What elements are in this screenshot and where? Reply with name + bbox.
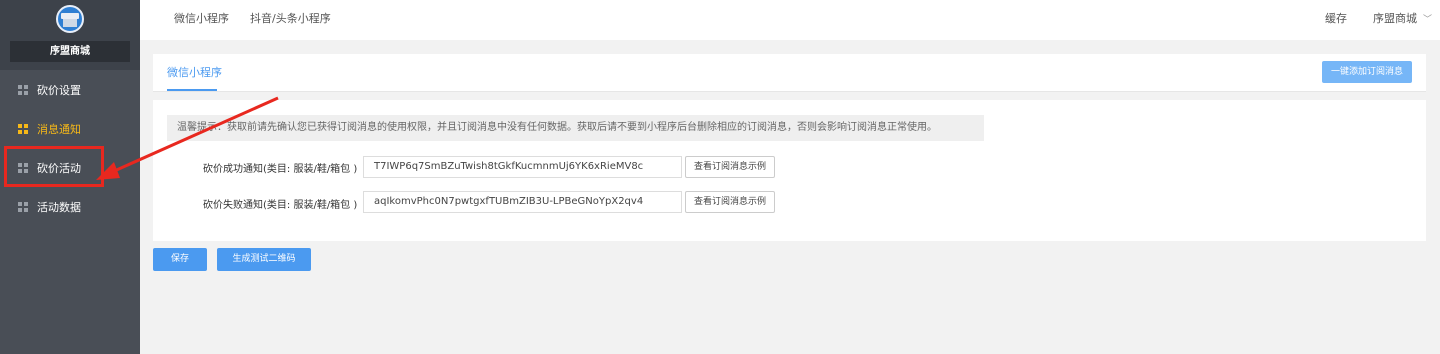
panel-header: 微信小程序 一键添加订阅消息 — [153, 54, 1426, 92]
fail-template-input[interactable]: aqIkomvPhc0N7pwtgxfTUBmZIB3U-LPBeGNoYpX2… — [363, 191, 682, 213]
chevron-down-icon: ﹀ — [1423, 15, 1433, 25]
logo-area: 序盟商城 — [0, 0, 140, 70]
view-example-button[interactable]: 查看订阅消息示例 — [685, 191, 775, 213]
generate-qr-button[interactable]: 生成测试二维码 — [217, 248, 311, 271]
content-panel: 温馨提示：获取前请先确认您已获得订阅消息的使用权限，并且订阅消息中没有任何数据。… — [153, 100, 1426, 241]
add-subscription-button[interactable]: 一键添加订阅消息 — [1322, 61, 1412, 83]
annotation-highlight-box — [4, 146, 104, 187]
fail-notice-label: 砍价失败通知(类目: 服装/鞋/箱包 ) — [203, 200, 358, 211]
tab-underline — [167, 89, 217, 91]
view-example-button[interactable]: 查看订阅消息示例 — [685, 156, 775, 178]
sidebar-item-label: 活动数据 — [37, 201, 81, 214]
tab-douyin-miniprogram[interactable]: 抖音/头条小程序 — [250, 0, 331, 38]
sidebar-item-notifications[interactable]: 消息通知 — [0, 110, 140, 149]
grid-icon — [18, 124, 28, 134]
success-notice-label: 砍价成功通知(类目: 服装/鞋/箱包 ) — [203, 164, 358, 175]
grid-icon — [18, 202, 28, 212]
sidebar-item-activity-data[interactable]: 活动数据 — [0, 188, 140, 227]
shop-logo-icon — [56, 5, 84, 33]
shop-name: 序盟商城 — [10, 41, 130, 62]
save-button[interactable]: 保存 — [153, 248, 207, 271]
sidebar-item-label: 消息通知 — [37, 123, 81, 136]
notice-text: 温馨提示：获取前请先确认您已获得订阅消息的使用权限，并且订阅消息中没有任何数据。… — [167, 115, 984, 141]
sidebar-item-label: 砍价设置 — [37, 84, 81, 97]
success-template-input[interactable]: T7IWP6q7SmBZuTwish8tGkfKucmnmUj6YK6xRieM… — [363, 156, 682, 178]
sidebar: 序盟商城 砍价设置 消息通知 砍价活动 活动数据 — [0, 0, 140, 354]
sidebar-item-bargain-settings[interactable]: 砍价设置 — [0, 71, 140, 110]
top-bar: 微信小程序 抖音/头条小程序 缓存 序盟商城 ﹀ — [140, 0, 1440, 40]
shop-menu[interactable]: 序盟商城 ﹀ — [1373, 0, 1432, 39]
cache-link[interactable]: 缓存 — [1325, 0, 1347, 38]
shop-menu-label: 序盟商城 — [1373, 12, 1417, 25]
tab-wechat[interactable]: 微信小程序 — [167, 54, 222, 92]
grid-icon — [18, 85, 28, 95]
tab-wechat-miniprogram[interactable]: 微信小程序 — [174, 0, 229, 38]
